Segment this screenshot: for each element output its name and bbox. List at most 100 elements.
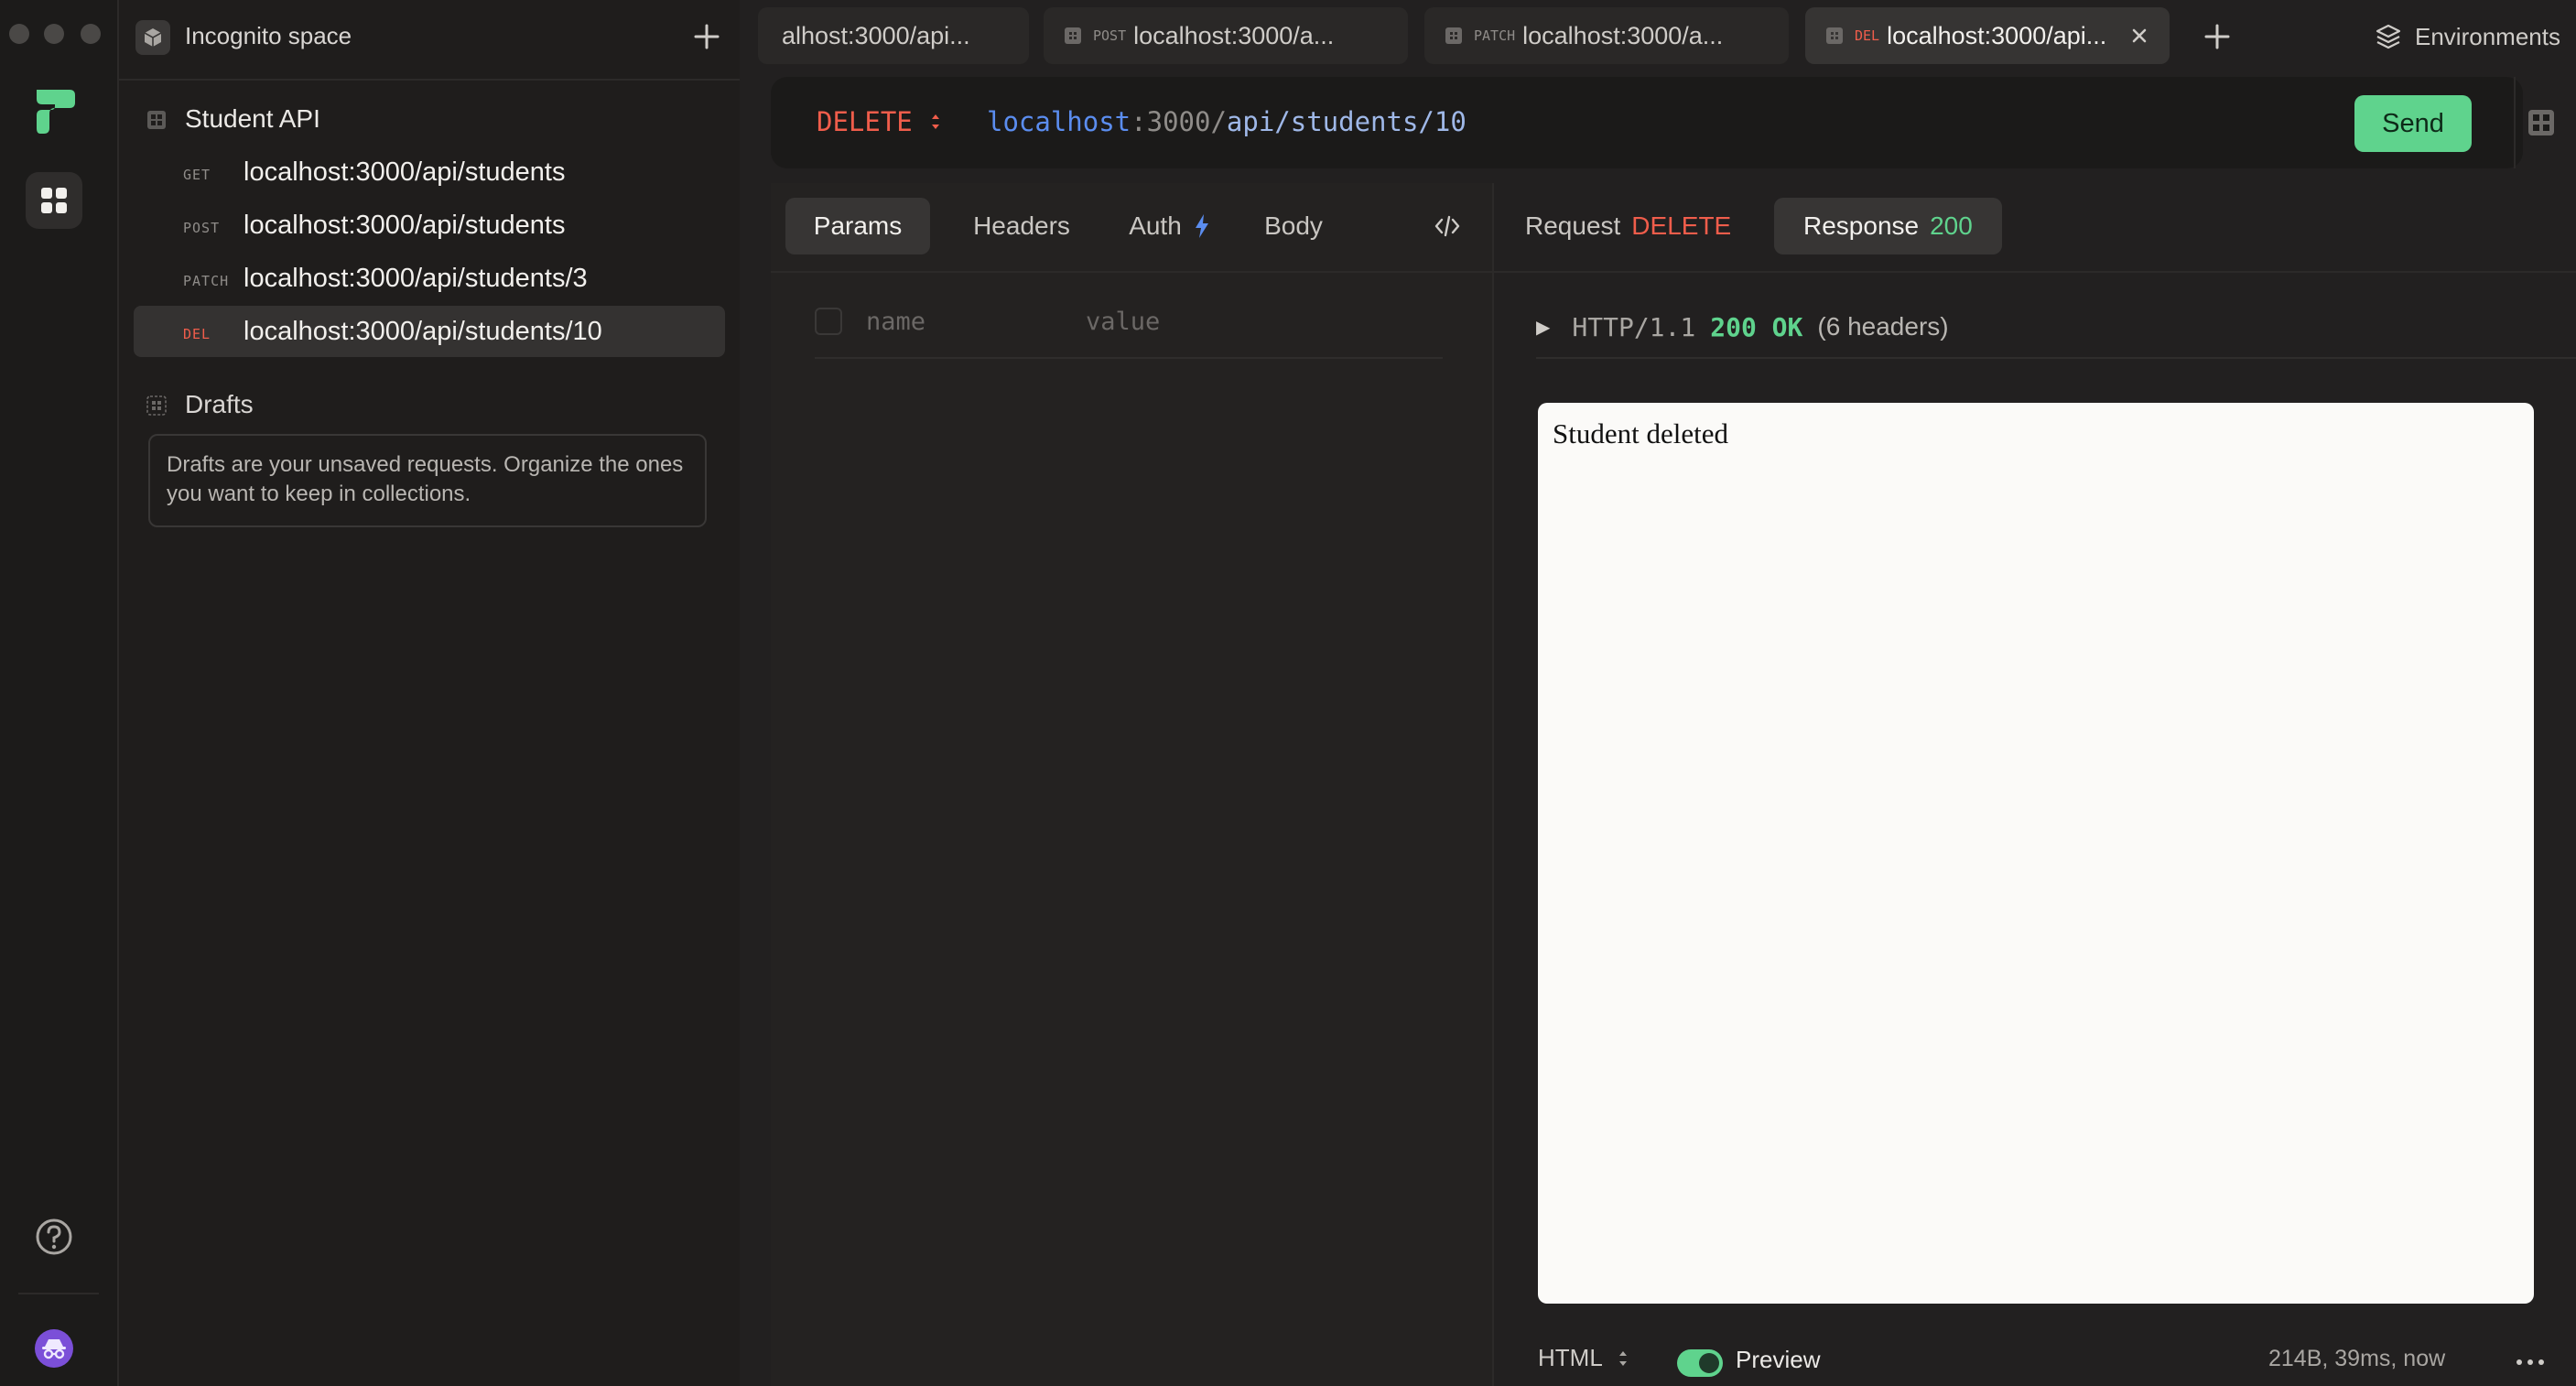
request-url-label: localhost:3000/api/students [244,211,566,240]
request-method-label: GET [183,167,211,183]
tab-label: localhost:3000/a... [1522,21,1724,49]
tab-method: POST [1093,27,1127,44]
drafts-info-box: Drafts are your unsaved requests. Organi… [148,434,707,527]
tab-post-students[interactable]: POST localhost:3000/a... [1044,7,1408,64]
layout-toggle-button[interactable] [2514,77,2567,168]
request-url-label: localhost:3000/api/students [244,157,566,187]
sidebar-request-delete-student[interactable]: DEL localhost:3000/api/students/10 [134,306,725,357]
rail-divider [18,1293,99,1294]
request-method-label: PATCH [183,273,230,289]
chevron-updown-icon [931,114,939,129]
tab-label: localhost:3000/a... [1133,21,1335,49]
tab-delete-student[interactable]: DEL localhost:3000/api... [1805,7,2170,64]
request-method-label: POST [183,220,221,236]
method-select[interactable]: DELETE [817,106,942,137]
tab-headers[interactable]: Headers [945,198,1099,254]
close-icon[interactable] [2129,26,2149,46]
url-bar: DELETE localhost:3000/api/students/10 Se… [771,77,2554,168]
request-icon [1826,27,1843,44]
response-body-text: Student deleted [1553,417,1728,449]
send-button[interactable]: Send [2354,95,2472,152]
request-pane: Params Headers Auth Body name value [771,183,1492,1386]
tab-params[interactable]: Params [785,198,930,254]
param-enable-checkbox[interactable] [815,308,842,335]
add-icon[interactable] [687,16,727,57]
response-footer: HTML Preview 214B, 39ms, now [1494,1331,2576,1386]
space-name[interactable]: Incognito space [185,22,352,50]
preview-toggle[interactable] [1677,1349,1723,1377]
response-meta: 214B, 39ms, now [2268,1346,2446,1371]
grid-icon [41,188,67,213]
tab-get-students[interactable]: alhost:3000/api... [758,7,1029,64]
request-tab-method: DELETE [1631,211,1732,240]
lightning-icon [1195,214,1208,238]
tab-request-view[interactable]: Request DELETE [1496,198,1760,254]
response-preview: Student deleted [1538,403,2534,1304]
sidebar-request-get-students[interactable]: GET localhost:3000/api/students [134,146,725,198]
param-value-input[interactable]: value [1086,308,1160,336]
tab-auth[interactable]: Auth [1111,198,1228,254]
window-minimize-button[interactable] [44,24,64,44]
sidebar-request-post-students[interactable]: POST localhost:3000/api/students [134,200,725,251]
new-tab-icon[interactable] [2197,16,2237,57]
url-input[interactable]: localhost:3000/api/students/10 [987,106,1467,137]
tab-label: localhost:3000/api... [1887,21,2107,49]
request-method-label: DEL [183,326,211,342]
sidebar-request-patch-student[interactable]: PATCH localhost:3000/api/students/3 [134,253,725,304]
window-zoom-button[interactable] [81,24,101,44]
request-tab-label: Request [1525,211,1621,240]
response-tab-status: 200 [1930,211,1973,240]
preview-label: Preview [1736,1346,1821,1373]
layers-icon [2376,24,2401,49]
collections-nav-button[interactable] [26,172,82,229]
http-protocol: HTTP/1.1 [1572,311,1696,342]
space-header: Incognito space [119,0,740,81]
response-pane: Request DELETE Response 200 ▶ HTTP/1.1 2… [1494,183,2576,1386]
tab-auth-label: Auth [1129,211,1182,240]
url-port: 3000/ [1146,106,1227,137]
collection-title[interactable]: Student API [185,104,320,134]
method-value: DELETE [817,106,913,137]
sidebar: Incognito space Student API GET localhos… [119,0,740,1386]
header-count: (6 headers) [1817,312,1949,341]
request-tabs: Params Headers Auth Body [771,183,1492,273]
environments-label: Environments [2415,22,2560,50]
expand-headers-icon[interactable]: ▶ [1536,316,1550,339]
code-icon [1434,215,1460,237]
http-status: 200 OK [1710,311,1803,342]
tab-patch-student[interactable]: PATCH localhost:3000/a... [1424,7,1789,64]
drafts-title[interactable]: Drafts [185,390,254,419]
format-select[interactable]: HTML [1538,1344,1629,1372]
response-tabs: Request DELETE Response 200 [1494,183,2576,273]
url-host: localhost [987,106,1131,137]
incognito-avatar[interactable] [35,1329,73,1368]
layout-icon [2528,110,2554,135]
window-close-button[interactable] [9,24,29,44]
param-name-input[interactable]: name [866,308,925,336]
collection-icon [147,111,166,129]
request-url-label: localhost:3000/api/students/3 [244,264,588,293]
help-icon[interactable] [35,1218,73,1256]
tab-response-view[interactable]: Response 200 [1774,198,2002,254]
app-logo-icon [37,90,75,134]
tab-label: alhost:3000/api... [782,21,970,49]
request-icon [1065,27,1081,44]
code-snippet-button[interactable] [1421,198,1474,254]
request-url-label: localhost:3000/api/students/10 [244,317,602,346]
incognito-icon [42,1339,66,1359]
tab-method: DEL [1855,27,1880,44]
environments-button[interactable]: Environments [2375,18,2560,55]
more-icon[interactable] [2512,1353,2549,1371]
tab-body[interactable]: Body [1239,198,1348,254]
url-separator: : [1131,106,1147,137]
response-status-line[interactable]: ▶ HTTP/1.1 200 OK (6 headers) [1536,297,2576,359]
chevron-updown-icon [1618,1350,1627,1366]
request-icon [1445,27,1462,44]
drafts-icon [146,395,167,416]
param-row: name value [815,302,1443,359]
request-tab-bar: alhost:3000/api... POST localhost:3000/a… [740,0,2576,71]
space-cube-icon [135,20,170,55]
app-rail [0,0,119,1386]
tab-method: PATCH [1474,27,1516,44]
response-tab-label: Response [1803,211,1920,240]
